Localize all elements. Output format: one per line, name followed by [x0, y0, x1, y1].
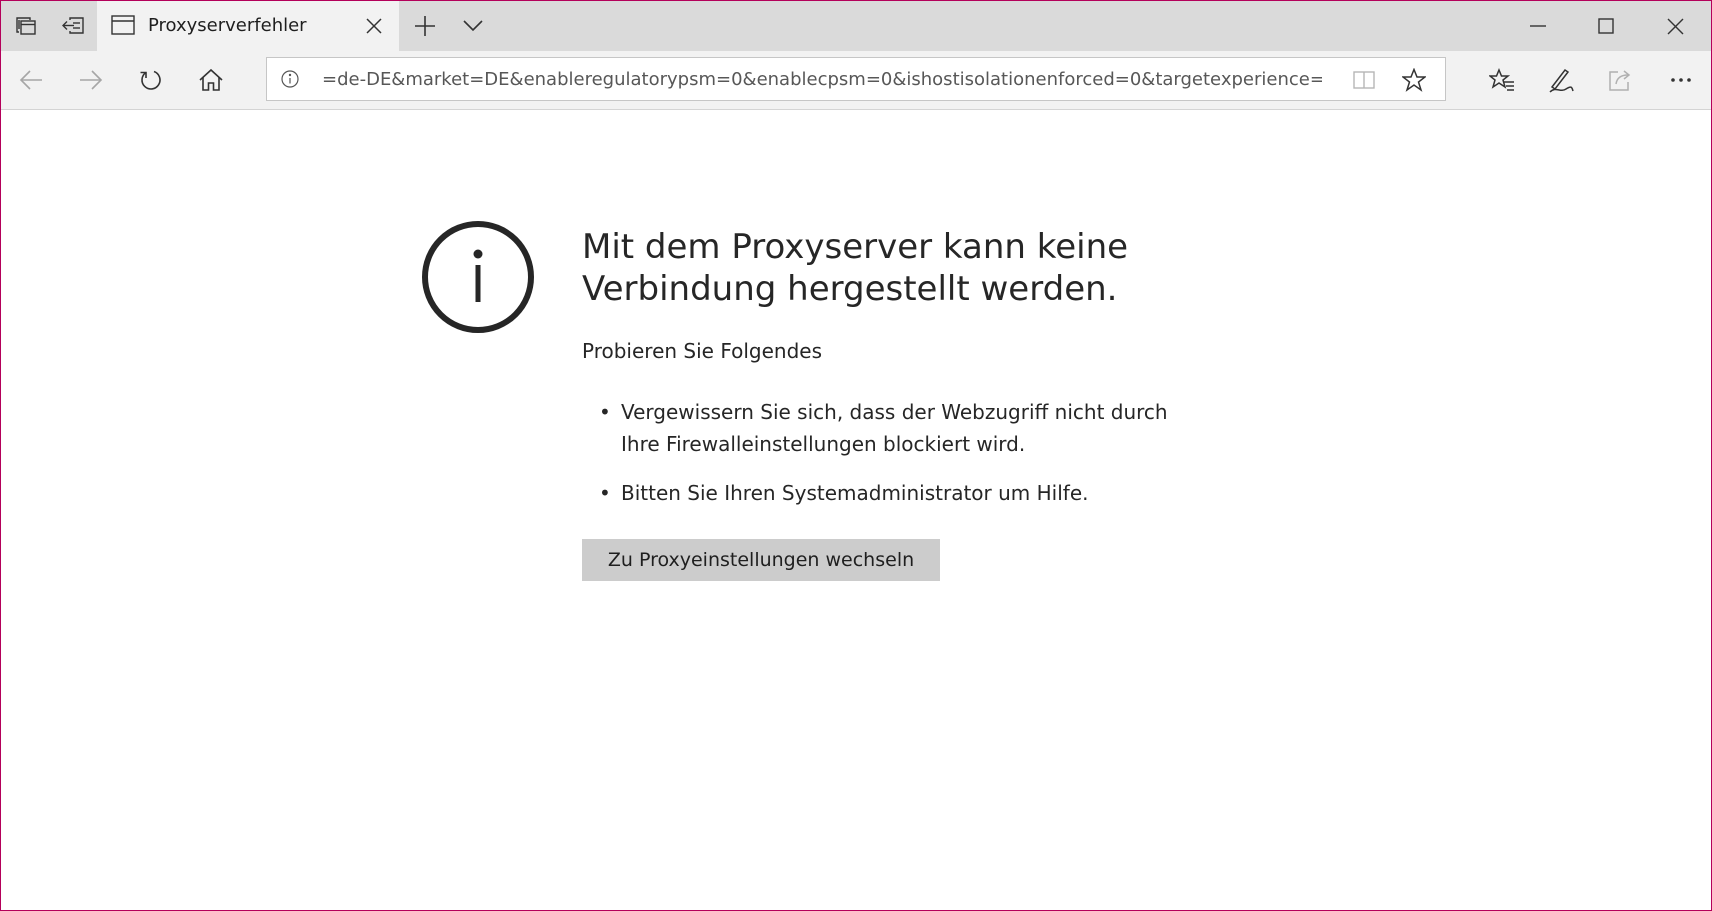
navigation-bar: =de-DE&market=DE&enableregulatorypsm=0&e… [0, 51, 1712, 110]
tip-text: Vergewissern Sie sich, dass der Webzugri… [621, 400, 1168, 456]
info-circle-icon [421, 220, 535, 334]
proxy-settings-button[interactable]: Zu Proxyeinstellungen wechseln [582, 539, 940, 581]
tips-list: • Vergewissern Sie sich, dass der Webzugr… [582, 396, 1202, 526]
error-subheading: Probieren Sie Folgendes [582, 339, 822, 363]
minimize-icon[interactable] [1524, 12, 1552, 40]
share-icon[interactable] [1606, 66, 1634, 94]
close-icon[interactable] [1661, 12, 1689, 40]
set-aside-tabs-icon[interactable] [59, 12, 87, 40]
plus-icon[interactable] [411, 12, 439, 40]
info-icon[interactable] [280, 69, 300, 89]
page-icon [110, 13, 136, 37]
pen-icon[interactable] [1547, 66, 1575, 94]
bullet: • [599, 400, 611, 424]
bullet: • [599, 481, 611, 505]
url-text[interactable]: =de-DE&market=DE&enableregulatorypsm=0&e… [322, 68, 1322, 92]
chevron-down-icon[interactable] [459, 12, 487, 40]
maximize-icon[interactable] [1592, 12, 1620, 40]
tab-manager-icon[interactable] [12, 12, 40, 40]
address-bar[interactable]: =de-DE&market=DE&enableregulatorypsm=0&e… [266, 57, 1446, 101]
ellipsis-icon[interactable] [1667, 66, 1695, 94]
list-item: • Vergewissern Sie sich, dass der Webzugr… [582, 396, 1202, 460]
tab-title: Proxyserverfehler [148, 15, 307, 36]
book-icon[interactable] [1352, 68, 1376, 92]
home-icon[interactable] [197, 66, 225, 94]
active-tab[interactable]: Proxyserverfehler [97, 1, 399, 51]
refresh-icon[interactable] [137, 66, 165, 94]
error-heading: Mit dem Proxyserver kann keine Verbindun… [582, 227, 1129, 309]
list-item: • Bitten Sie Ihren Systemadministrator um… [582, 477, 1202, 509]
star-icon[interactable] [1401, 67, 1427, 93]
tip-text: Bitten Sie Ihren Systemadministrator um … [621, 481, 1089, 505]
title-bar: Proxyserverfehler [0, 0, 1712, 51]
forward-arrow-icon[interactable] [77, 66, 105, 94]
close-tab-icon[interactable] [361, 13, 387, 39]
back-arrow-icon[interactable] [17, 66, 45, 94]
favorites-list-icon[interactable] [1488, 66, 1516, 94]
